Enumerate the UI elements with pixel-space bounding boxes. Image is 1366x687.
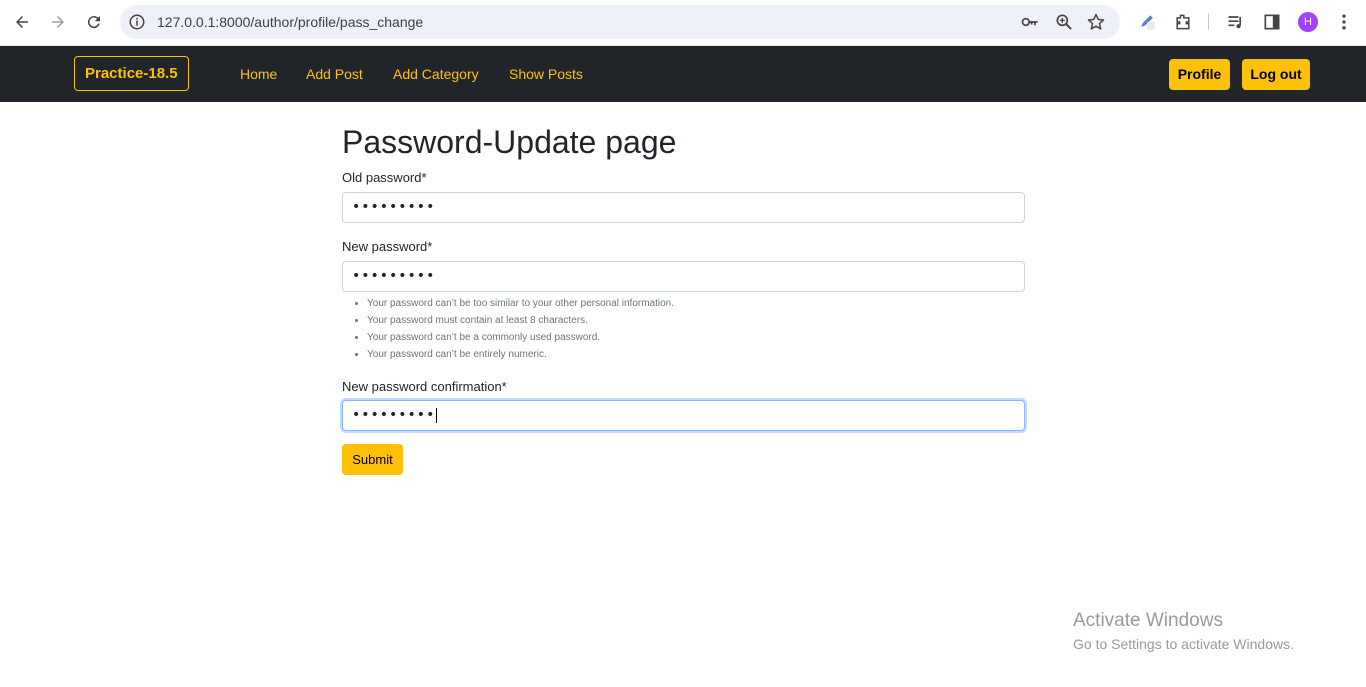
confirm-password-field[interactable]: ••••••••• [342,400,1025,431]
site-info-icon[interactable] [128,13,146,31]
confirm-password-label: New password confirmation* [342,379,507,394]
confirm-password-value: ••••••••• [352,407,436,423]
nav-link-home[interactable]: Home [240,66,277,82]
profile-button[interactable]: Profile [1169,59,1230,90]
extension-pen-icon[interactable] [1137,12,1157,32]
reload-icon[interactable] [80,8,108,36]
page-title: Password-Update page [342,124,677,160]
zoom-icon[interactable] [1054,12,1074,32]
watermark-title: Activate Windows [1073,610,1223,631]
nav-link-add-post[interactable]: Add Post [306,66,363,82]
extensions-puzzle-icon[interactable] [1173,12,1193,32]
old-password-label: Old password* [342,170,427,185]
media-queue-icon[interactable] [1226,12,1246,32]
key-icon[interactable] [1020,12,1040,32]
address-bar[interactable]: 127.0.0.1:8000/author/profile/pass_chang… [120,5,1120,39]
browser-toolbar: 127.0.0.1:8000/author/profile/pass_chang… [0,0,1366,46]
old-password-field[interactable]: ••••••••• [342,192,1025,223]
side-panel-icon[interactable] [1262,12,1282,32]
forward-arrow-icon[interactable] [44,8,72,36]
bookmark-star-icon[interactable] [1086,12,1106,32]
nav-link-add-category[interactable]: Add Category [393,66,479,82]
text-caret [436,407,438,423]
logout-button[interactable]: Log out [1242,59,1310,90]
help-item: Your password can’t be a commonly used p… [367,330,674,347]
toolbar-divider [1208,14,1209,30]
profile-avatar[interactable]: H [1298,12,1318,32]
submit-button[interactable]: Submit [342,444,403,475]
help-item: Your password must contain at least 8 ch… [367,313,674,330]
brand-link[interactable]: Practice-18.5 [74,56,189,91]
windows-activation-watermark: Activate Windows Go to Settings to activ… [1073,610,1294,652]
new-password-field[interactable]: ••••••••• [342,261,1025,292]
url-text: 127.0.0.1:8000/author/profile/pass_chang… [157,14,424,30]
help-item: Your password can’t be entirely numeric. [367,347,674,364]
back-arrow-icon[interactable] [8,8,36,36]
help-item: Your password can’t be too similar to yo… [367,296,674,313]
password-help-list: Your password can’t be too similar to yo… [367,296,674,364]
watermark-subtitle: Go to Settings to activate Windows. [1073,636,1294,652]
more-menu-icon[interactable] [1334,12,1354,32]
new-password-label: New password* [342,239,433,254]
nav-link-show-posts[interactable]: Show Posts [509,66,583,82]
site-navbar: Practice-18.5 Home Add Post Add Category… [0,46,1366,102]
